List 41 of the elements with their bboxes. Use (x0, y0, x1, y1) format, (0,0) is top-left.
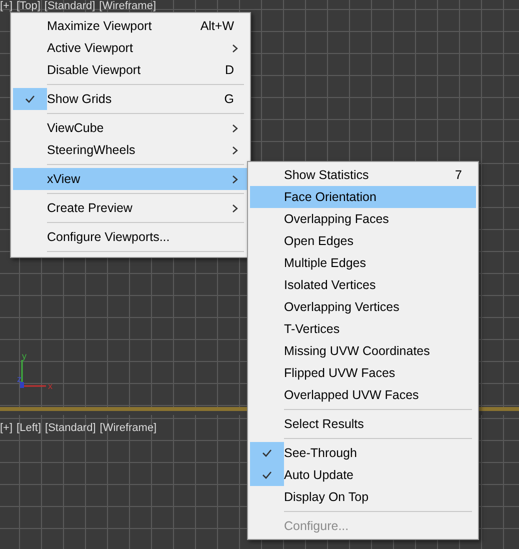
menu-item[interactable]: T-Vertices (250, 318, 476, 340)
menu-item[interactable]: Open Edges (250, 230, 476, 252)
menu-item[interactable]: Overlapped UVW Faces (250, 384, 476, 406)
menu-item[interactable]: Disable Viewport D (13, 59, 248, 81)
menu-item[interactable]: Active Viewport (13, 37, 248, 59)
viewport-label[interactable]: [+] (0, 1, 13, 12)
menu-item[interactable]: Face Orientation (250, 186, 476, 208)
chevron-right-icon (232, 146, 238, 154)
viewport-label[interactable]: [Standard] (45, 423, 96, 434)
menu-item[interactable]: Auto Update (250, 464, 476, 486)
check-icon (250, 442, 284, 464)
menu-item[interactable]: Create Preview (13, 197, 248, 219)
viewport-label[interactable]: [Top] (16, 1, 40, 12)
menu-item[interactable]: Flipped UVW Faces (250, 362, 476, 384)
chevron-right-icon (232, 204, 238, 212)
menu-item[interactable]: Isolated Vertices (250, 274, 476, 296)
menu-item[interactable]: Overlapping Faces (250, 208, 476, 230)
menu-item[interactable]: Multiple Edges (250, 252, 476, 274)
menu-item[interactable]: Configure Viewports... (13, 226, 248, 248)
menu-item[interactable]: Maximize Viewport Alt+W (13, 15, 248, 37)
menu-item[interactable]: SteeringWheels (13, 139, 248, 161)
check-icon (13, 88, 47, 110)
menu-item[interactable]: Select Results (250, 413, 476, 435)
chevron-right-icon (232, 124, 238, 132)
chevron-right-icon (232, 174, 238, 184)
viewport-label[interactable]: [Left] (16, 423, 42, 434)
menu-item[interactable]: Display On Top (250, 486, 476, 508)
menu-item[interactable]: Missing UVW Coordinates (250, 340, 476, 362)
menu-item[interactable]: Overlapping Vertices (250, 296, 476, 318)
check-icon (250, 464, 284, 486)
menu-item[interactable]: Show Statistics 7 (250, 164, 476, 186)
viewport-label[interactable]: [Standard] (44, 1, 96, 12)
viewport-label[interactable]: [Wireframe] (99, 1, 156, 12)
axis-gizmo-drawing: y z x (14, 352, 54, 392)
chevron-right-icon (232, 44, 238, 52)
menu-item[interactable]: See-Through (250, 442, 476, 464)
menu-item[interactable]: ViewCube (13, 117, 248, 139)
menu-item[interactable]: xView (13, 168, 248, 190)
menu-item[interactable]: Show Grids G (13, 88, 248, 110)
viewport-label[interactable]: [Wireframe] (100, 423, 157, 434)
viewport-label[interactable]: [+] (0, 423, 13, 434)
